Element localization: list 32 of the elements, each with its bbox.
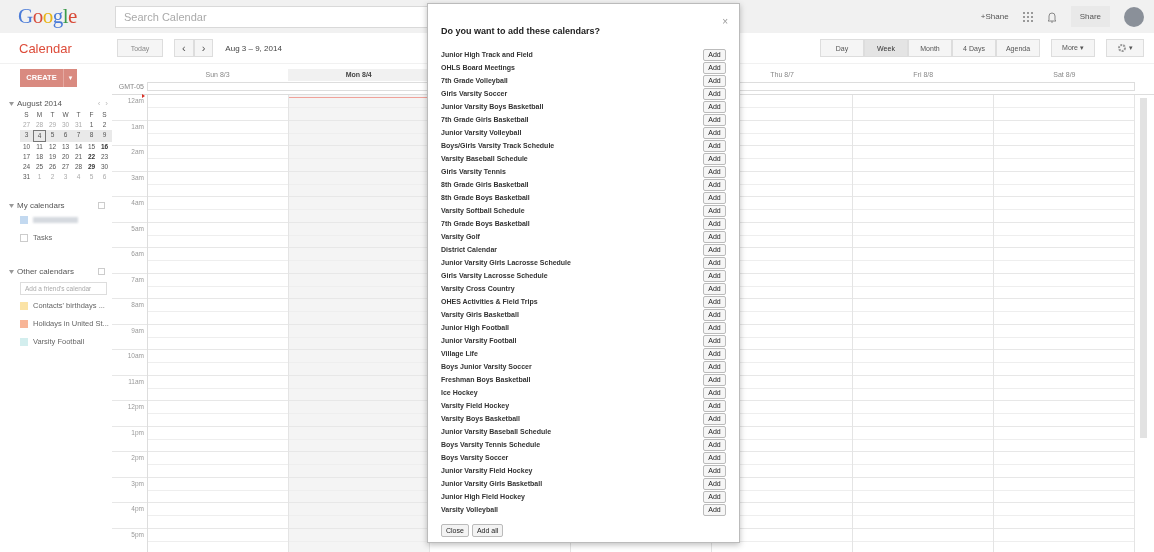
profile-link[interactable]: +Shane <box>980 12 1009 21</box>
dropdown-icon[interactable] <box>98 202 105 209</box>
section-title[interactable]: Other calendars <box>17 267 74 276</box>
calendar-color-swatch[interactable] <box>20 319 28 328</box>
app-title: Calendar <box>19 40 73 56</box>
logo[interactable]: Google <box>18 4 115 29</box>
day-column[interactable] <box>853 95 994 552</box>
date-range: Aug 3 – 9, 2014 <box>225 43 282 53</box>
share-button[interactable]: Share <box>1070 6 1110 27</box>
day-column[interactable] <box>289 95 430 552</box>
avatar[interactable] <box>1124 6 1144 27</box>
dialog-title: Do you want to add these calendars? <box>441 26 602 36</box>
settings-icon <box>1117 43 1127 53</box>
scrollbar[interactable] <box>1140 98 1147 438</box>
bell-icon[interactable] <box>1046 10 1057 23</box>
apps-grid-icon[interactable] <box>1022 11 1033 22</box>
next-button[interactable]: › <box>193 39 214 57</box>
section-title[interactable]: My calendars <box>17 201 65 210</box>
day-column[interactable] <box>148 95 289 552</box>
month-title: August 2014 <box>17 99 62 108</box>
dropdown-icon[interactable] <box>98 268 105 275</box>
collapse-icon[interactable] <box>9 269 14 274</box>
calendar-color-swatch[interactable] <box>20 216 28 224</box>
previous-button[interactable]: ‹ <box>174 39 194 57</box>
current-time-marker <box>142 94 145 98</box>
calendar-color-swatch[interactable] <box>20 233 28 242</box>
collapse-icon[interactable] <box>9 101 14 106</box>
collapse-icon[interactable] <box>9 203 14 208</box>
day-column[interactable] <box>994 95 1135 552</box>
calendar-color-swatch[interactable] <box>20 337 28 346</box>
blurred-calendar-name <box>33 217 78 223</box>
calendar-color-swatch[interactable] <box>20 301 28 310</box>
